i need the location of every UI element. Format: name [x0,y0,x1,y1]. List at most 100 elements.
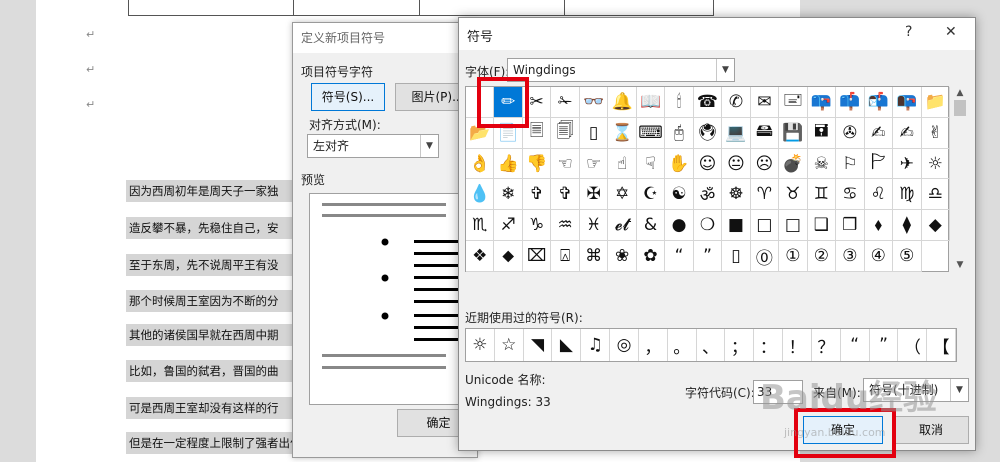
symbol-cell[interactable]: “ [665,241,694,272]
symbol-cell[interactable]: ✞ [551,179,580,211]
symbol-cell[interactable]: 💣 [779,148,808,180]
symbol-cell[interactable]: ♌ [864,179,894,211]
recent-symbol-cell[interactable]: ☼ [466,329,495,361]
recent-symbol-cell[interactable]: 、 [697,329,726,361]
symbol-cell[interactable]: ☎ [693,87,723,118]
symbol-cell[interactable]: ⚐ [836,148,865,180]
symbol-cell[interactable]: ♋ [836,179,865,211]
recent-symbol-cell[interactable]: ◥ [524,329,553,361]
symbol-cell[interactable]: ⬧ [864,210,894,242]
symbol-cell[interactable]: ❖ [466,241,495,272]
symbol-cell[interactable]: ⌘ [579,241,609,272]
recent-symbols[interactable]: ☼ ☆ ◥ ◣ ♫ ◎，。、；：！？ “” （【 [465,328,957,362]
symbol-cell[interactable]: 🖰 [665,117,694,149]
recent-symbol-cell[interactable]: ” [870,329,899,361]
symbol-cell[interactable]: 💧 [466,179,495,211]
symbol-cell[interactable]: ⬥ [494,241,523,272]
scroll-thumb[interactable] [954,100,966,116]
symbol-cell[interactable]: ☺ [693,148,723,180]
symbol-cell[interactable]: 🖴 [750,117,780,149]
font-select[interactable]: Wingdings ▼ [507,58,735,82]
cancel-button[interactable]: 取消 [893,416,969,444]
symbol-cell[interactable]: & [636,210,666,242]
symbol-cell[interactable]: ✡ [608,179,637,211]
symbol-cell[interactable]: ✁ [551,87,580,118]
symbol-cell[interactable]: ⌛ [608,117,637,149]
help-icon[interactable]: ? [905,24,912,40]
symbol-cell[interactable]: ✆ [722,87,751,118]
symbol-cell[interactable]: 📫 [836,87,865,118]
symbol-cell[interactable]: ◆ [921,210,950,242]
symbol-cell[interactable]: 💻 [722,117,751,149]
recent-symbol-cell[interactable]: ◣ [552,329,582,361]
symbol-cell[interactable]: 🗐 [551,117,580,149]
symbol-cell[interactable]: ♒ [551,210,580,242]
symbol-cell[interactable]: ❄ [494,179,523,211]
symbol-button[interactable]: 符号(S)... [311,83,385,111]
symbol-cell[interactable]: ⧫ [893,210,922,242]
symbol-cell[interactable]: ❒ [836,210,865,242]
symbol-cell[interactable]: 📖 [636,87,666,118]
symbol-cell[interactable]: 𝓮𝓽 [608,210,637,242]
symbol-cell[interactable]: 📁 [921,87,950,118]
scroll-down-icon[interactable]: ▼ [951,260,969,270]
symbol-cell[interactable]: ♎ [921,179,950,211]
symbol-cell[interactable]: ♍ [893,179,922,211]
symbol-cell[interactable]: □ [750,210,780,242]
symbol-cell[interactable]: 👎 [522,148,552,180]
recent-symbol-cell[interactable]: ☆ [495,329,524,361]
symbol-cell[interactable]: ♑ [522,210,552,242]
recent-symbol-cell[interactable]: 【 [927,329,957,361]
symbol-cell[interactable]: ✞ [522,179,552,211]
symbol-cell[interactable]: ⌧ [522,241,552,272]
symbol-cell[interactable]: ☹ [750,148,780,180]
symbol-cell[interactable]: ☟ [636,148,666,180]
recent-symbol-cell[interactable]: ◎ [610,329,639,361]
symbol-cell[interactable]: ✍ [864,117,894,149]
symbol-cell[interactable]: ▯ [579,117,609,149]
symbol-grid[interactable]: ✏ ✂ ✁ 👓 🔔 📖 🕯 ☎ ✆ ✉ 🖃 📪 📫 📬 📭 📁 📂 📄 🗏 🗐 ▯ ⌛ ⌨ 🖰 🖲 💻 🖴 💾 🖬 ✇ ✍ ✍ ✌ 👌 👍 👎 ☜ ☞ ☝ ☟… [465,86,950,272]
symbol-cell[interactable]: □ [779,210,808,242]
symbol-cell[interactable]: ⑤ [893,241,922,272]
symbol-cell[interactable]: ① [779,241,808,272]
symbol-cell[interactable]: ☪ [636,179,666,211]
scroll-up-icon[interactable]: ▲ [951,88,969,98]
symbol-cell[interactable]: ☯ [665,179,694,211]
symbol-cell[interactable]: 📬 [864,87,894,118]
symbol-cell[interactable]: ● [665,210,694,242]
recent-symbol-cell[interactable]: ？ [812,329,841,361]
symbol-cell[interactable]: ■ [722,210,751,242]
symbol-cell[interactable]: 🕯 [665,87,694,118]
symbol-cell[interactable]: ♊ [807,179,837,211]
symbol-cell[interactable]: ✍ [893,117,922,149]
symbol-cell[interactable]: ☼ [921,148,950,180]
symbol-cell[interactable]: ✿ [636,241,666,272]
recent-symbol-cell[interactable]: ！ [783,329,812,361]
recent-symbol-cell[interactable]: ， [639,329,668,361]
symbol-cell[interactable]: ❑ [807,210,837,242]
symbol-cell[interactable]: ☝ [608,148,637,180]
recent-symbol-cell[interactable]: ； [725,329,755,361]
symbol-cell[interactable]: ♐ [494,210,523,242]
symbol-cell[interactable]: ♈ [750,179,780,211]
recent-symbol-cell[interactable]: ： [754,329,784,361]
symbol-cell[interactable]: ☞ [579,148,609,180]
symbol-cell[interactable]: ☸ [722,179,751,211]
symbol-cell[interactable]: ✠ [579,179,609,211]
symbol-cell[interactable]: ✉ [750,87,780,118]
symbol-cell[interactable]: 🖬 [807,117,837,149]
recent-symbol-cell[interactable]: （ [898,329,928,361]
symbol-cell[interactable]: 📭 [893,87,922,118]
symbol-cell[interactable]: ✈ [893,148,922,180]
symbol-cell[interactable]: ✋ [665,148,694,180]
symbol-cell[interactable]: ③ [836,241,865,272]
symbol-cell[interactable]: ⍓ [551,241,580,272]
symbol-cell[interactable]: 🏱 [864,148,894,180]
symbol-cell[interactable]: ✌ [921,117,950,149]
symbol-grid-scrollbar[interactable]: ▲ ▼ [951,86,969,272]
symbol-cell[interactable]: ② [807,241,837,272]
align-select[interactable]: 左对齐 ▼ [307,134,439,158]
symbol-cell[interactable]: ⌨ [636,117,666,149]
symbol-cell[interactable]: ✇ [836,117,865,149]
symbol-cell[interactable]: ☠ [807,148,837,180]
